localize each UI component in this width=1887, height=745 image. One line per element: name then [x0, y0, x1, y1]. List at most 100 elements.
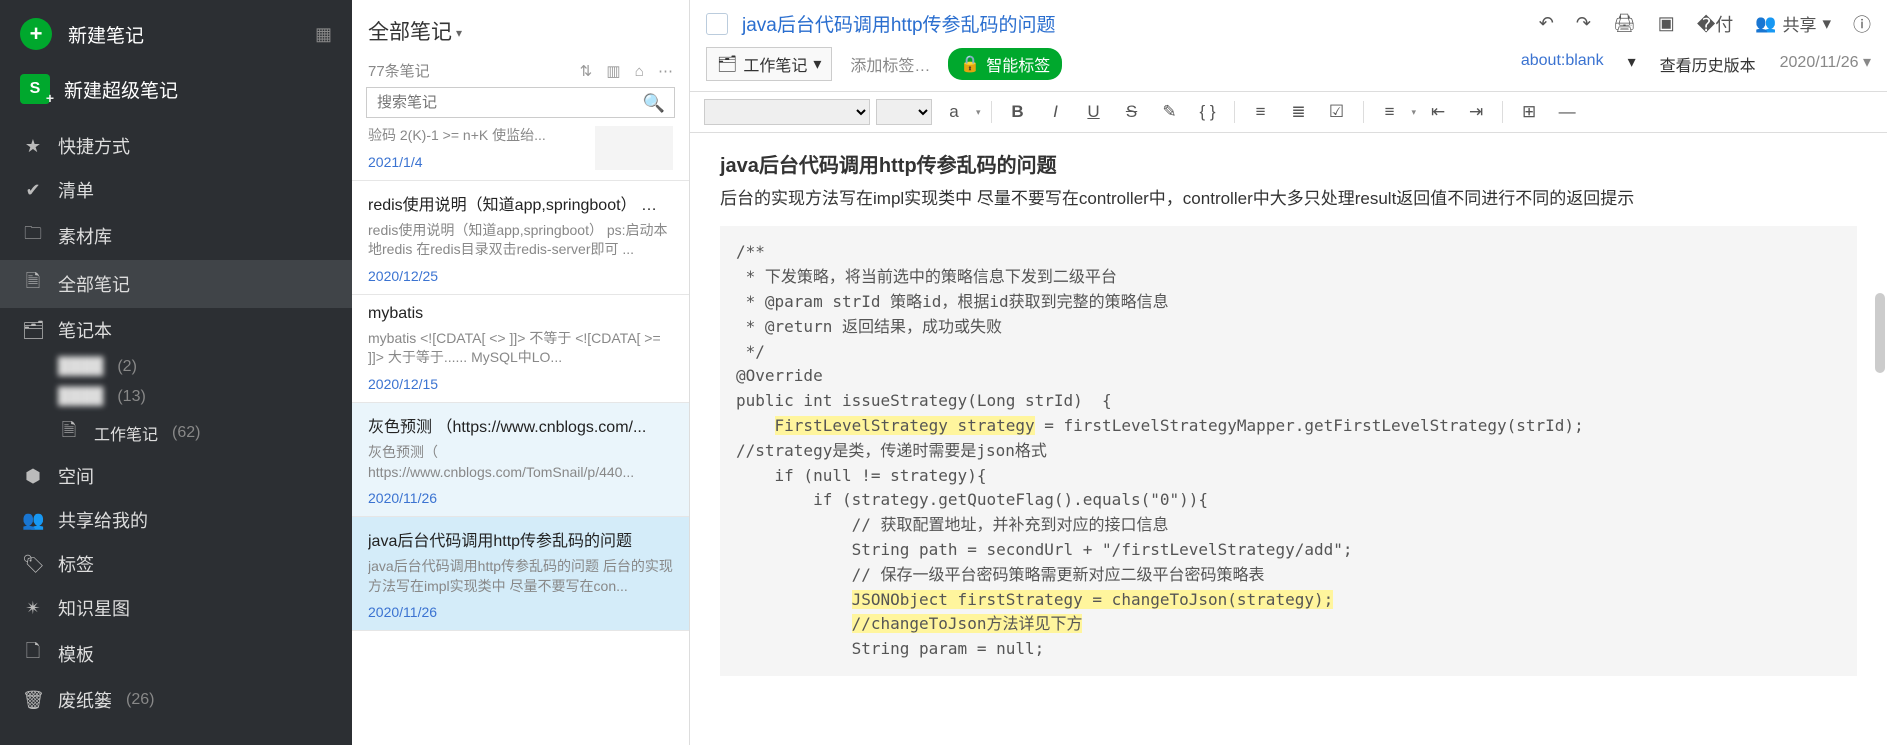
sidebar-item-shared[interactable]: 👥 共享给我的 — [0, 498, 352, 542]
format-toolbar: a▾ B I U S ✎ { } ≡ ≣ ☑ ≡▾ ⇤ ⇥ ⊞ — — [690, 91, 1887, 133]
note-item[interactable]: 验码 2(K)-1 >= n+K 使监绐... 2021/1/4 — [352, 126, 689, 181]
sidebar-item-trash[interactable]: 🗑废纸篓 (26) — [0, 678, 352, 722]
note-item[interactable]: 灰色预测 （https://www.cnblogs.com/... 灰色预测（ … — [352, 403, 689, 517]
code-button[interactable]: { } — [1192, 98, 1224, 126]
present-icon[interactable]: ▣ — [1658, 13, 1675, 34]
note-date: 2020/12/15 — [368, 376, 673, 392]
highlight-button[interactable]: ✎ — [1154, 98, 1186, 126]
users-icon: 👥 — [22, 510, 44, 531]
font-color-button[interactable]: a — [938, 98, 970, 126]
italic-button[interactable]: I — [1040, 98, 1072, 126]
super-note-icon: S — [20, 74, 50, 104]
smart-tag-button[interactable]: 🔒 智能标签 — [948, 48, 1062, 80]
note-item[interactable]: redis使用说明（知道app,springboot） … redis使用说明（… — [352, 181, 689, 295]
outdent-button[interactable]: ⇤ — [1422, 98, 1454, 126]
sidebar-item-notebooks[interactable]: 🗂 笔记本 — [0, 308, 352, 352]
sidebar-sub-item[interactable]: ████ (13) — [48, 382, 352, 412]
tag-icon: 🏷 — [22, 554, 44, 575]
note-date-display[interactable]: 2020/11/26 ▾ — [1780, 52, 1871, 76]
sidebar-label: 标签 — [58, 551, 94, 577]
table-button[interactable]: ⊞ — [1513, 98, 1545, 126]
sidebar-item-all-notes[interactable]: 🗎全部笔记 — [0, 260, 352, 308]
share-button[interactable]: 👥 共享 ▾ — [1755, 11, 1831, 36]
plus-icon: + — [20, 18, 52, 50]
undo-icon[interactable]: ↶ — [1539, 13, 1554, 34]
sidebar-item-shortcuts[interactable]: ★快捷方式 — [0, 124, 352, 168]
bold-button[interactable]: B — [1002, 98, 1034, 126]
grid-view-icon[interactable]: ▦ — [315, 24, 332, 45]
sidebar-item-tags[interactable]: 🏷 标签 — [0, 542, 352, 586]
add-tag-button[interactable]: 添加标签… — [850, 52, 930, 76]
sidebar-item-templates[interactable]: 🗋 模板 — [0, 630, 352, 678]
sidebar-label: 全部笔记 — [58, 271, 130, 297]
history-link[interactable]: 查看历史版本 — [1660, 52, 1756, 76]
font-size-select[interactable] — [876, 99, 932, 125]
sidebar-label: 快捷方式 — [58, 133, 130, 159]
notebook-selector[interactable]: 🗂 工作笔记 ▾ — [706, 47, 832, 81]
ordered-list-button[interactable]: ≡ — [1245, 98, 1277, 126]
count-label: (13) — [117, 388, 145, 406]
info-icon[interactable]: ⓘ — [1853, 11, 1871, 37]
print-icon[interactable]: 🖨 — [1613, 13, 1636, 34]
sort-icon[interactable]: ⇅ — [580, 63, 593, 80]
sidebar-item-materials[interactable]: 🗀素材库 — [0, 212, 352, 260]
template-icon: 🗋 — [22, 639, 44, 669]
unordered-list-button[interactable]: ≣ — [1283, 98, 1315, 126]
sidebar-label: 知识星图 — [58, 595, 130, 621]
about-blank-link[interactable]: about:blank — [1521, 52, 1604, 76]
sidebar-nav: + 新建笔记 ▦ S 新建超级笔记 ★快捷方式 ✔清单 🗀素材库 🗎全部笔记 🗂… — [0, 0, 352, 745]
new-super-note-button[interactable]: S 新建超级笔记 — [0, 56, 352, 118]
note-snippet: java后台代码调用http传参乱码的问题 后台的实现方法写在impl实现类中 … — [368, 557, 673, 596]
indent-button[interactable]: ⇥ — [1460, 98, 1492, 126]
sidebar-sub-label: ████ — [58, 388, 103, 406]
more-icon[interactable]: ⋯ — [658, 63, 673, 80]
doc-paragraph: 后台的实现方法写在impl实现类中 尽量不要写在controller中，cont… — [720, 186, 1857, 212]
sidebar-label: 模板 — [58, 641, 94, 667]
redo-icon[interactable]: ↷ — [1576, 13, 1591, 34]
note-items[interactable]: 验码 2(K)-1 >= n+K 使监绐... 2021/1/4 redis使用… — [352, 126, 689, 745]
sidebar-sub-item[interactable]: ████ (2) — [48, 352, 352, 382]
notebook-icon: 🗂 — [22, 320, 44, 341]
doc-heading: java后台代码调用http传参乱码的问题 — [720, 151, 1857, 182]
note-title: java后台代码调用http传参乱码的问题 — [368, 527, 673, 551]
hr-button[interactable]: — — [1551, 98, 1583, 126]
sidebar-item-checklist[interactable]: ✔清单 — [0, 168, 352, 212]
checklist-button[interactable]: ☑ — [1321, 98, 1353, 126]
note-snippet: 验码 2(K)-1 >= n+K 使监绐... — [368, 126, 589, 146]
underline-button[interactable]: U — [1078, 98, 1110, 126]
new-note-label: 新建笔记 — [68, 21, 144, 48]
note-snippet: mybatis <![CDATA[ <> ]]> 不等于 <![CDATA[ >… — [368, 329, 673, 368]
super-note-label: 新建超级笔记 — [64, 76, 178, 103]
strike-button[interactable]: S — [1116, 98, 1148, 126]
sidebar-item-space[interactable]: ⬢ 空间 — [0, 454, 352, 498]
folder-icon: 🗀 — [22, 221, 44, 251]
new-note-button[interactable]: + 新建笔记 — [20, 18, 144, 50]
editor-panel: java后台代码调用http传参乱码的问题 ↶ ↷ 🖨 ▣ �付 👥 共享 ▾ … — [690, 0, 1887, 745]
note-list-panel: 全部笔记 77条笔记 ⇅ ▥ ⌂ ⋯ 🔍 验码 2(K)-1 >= n+K 使监… — [352, 0, 690, 745]
note-item-selected[interactable]: java后台代码调用http传参乱码的问题 java后台代码调用http传参乱码… — [352, 517, 689, 631]
share-icon[interactable]: �付 — [1697, 11, 1733, 37]
expand-icon[interactable] — [706, 13, 728, 35]
sidebar-item-knowledge[interactable]: ✴知识星图 — [0, 586, 352, 630]
sidebar-sub-work[interactable]: 🗎工作笔记 (62) — [48, 412, 352, 454]
sidebar-sub-label: 工作笔记 — [94, 421, 158, 445]
align-button[interactable]: ≡ — [1374, 98, 1406, 126]
scrollbar-thumb[interactable] — [1875, 293, 1885, 373]
search-input[interactable] — [366, 87, 675, 118]
sidebar-label: 空间 — [58, 463, 94, 489]
cube-icon: ⬢ — [22, 466, 44, 487]
sidebar-label: 共享给我的 — [58, 507, 148, 533]
font-family-select[interactable] — [704, 99, 870, 125]
note-item[interactable]: mybatis mybatis <![CDATA[ <> ]]> 不等于 <![… — [352, 295, 689, 403]
count-label: (26) — [126, 691, 154, 709]
document-title[interactable]: java后台代码调用http传参乱码的问题 — [742, 10, 1525, 37]
list-title[interactable]: 全部笔记 — [368, 21, 462, 44]
code-block: /** * 下发策略，将当前选中的策略信息下发到二级平台 * @param st… — [720, 226, 1857, 676]
filter-icon[interactable]: ⌂ — [635, 63, 644, 80]
view-icon[interactable]: ▥ — [606, 63, 620, 80]
editor-body[interactable]: java后台代码调用http传参乱码的问题 后台的实现方法写在impl实现类中 … — [690, 133, 1887, 745]
note-title: redis使用说明（知道app,springboot） … — [368, 191, 673, 215]
sidebar-label: 笔记本 — [58, 317, 112, 343]
check-icon: ✔ — [22, 180, 44, 201]
search-icon[interactable]: 🔍 — [643, 93, 665, 114]
